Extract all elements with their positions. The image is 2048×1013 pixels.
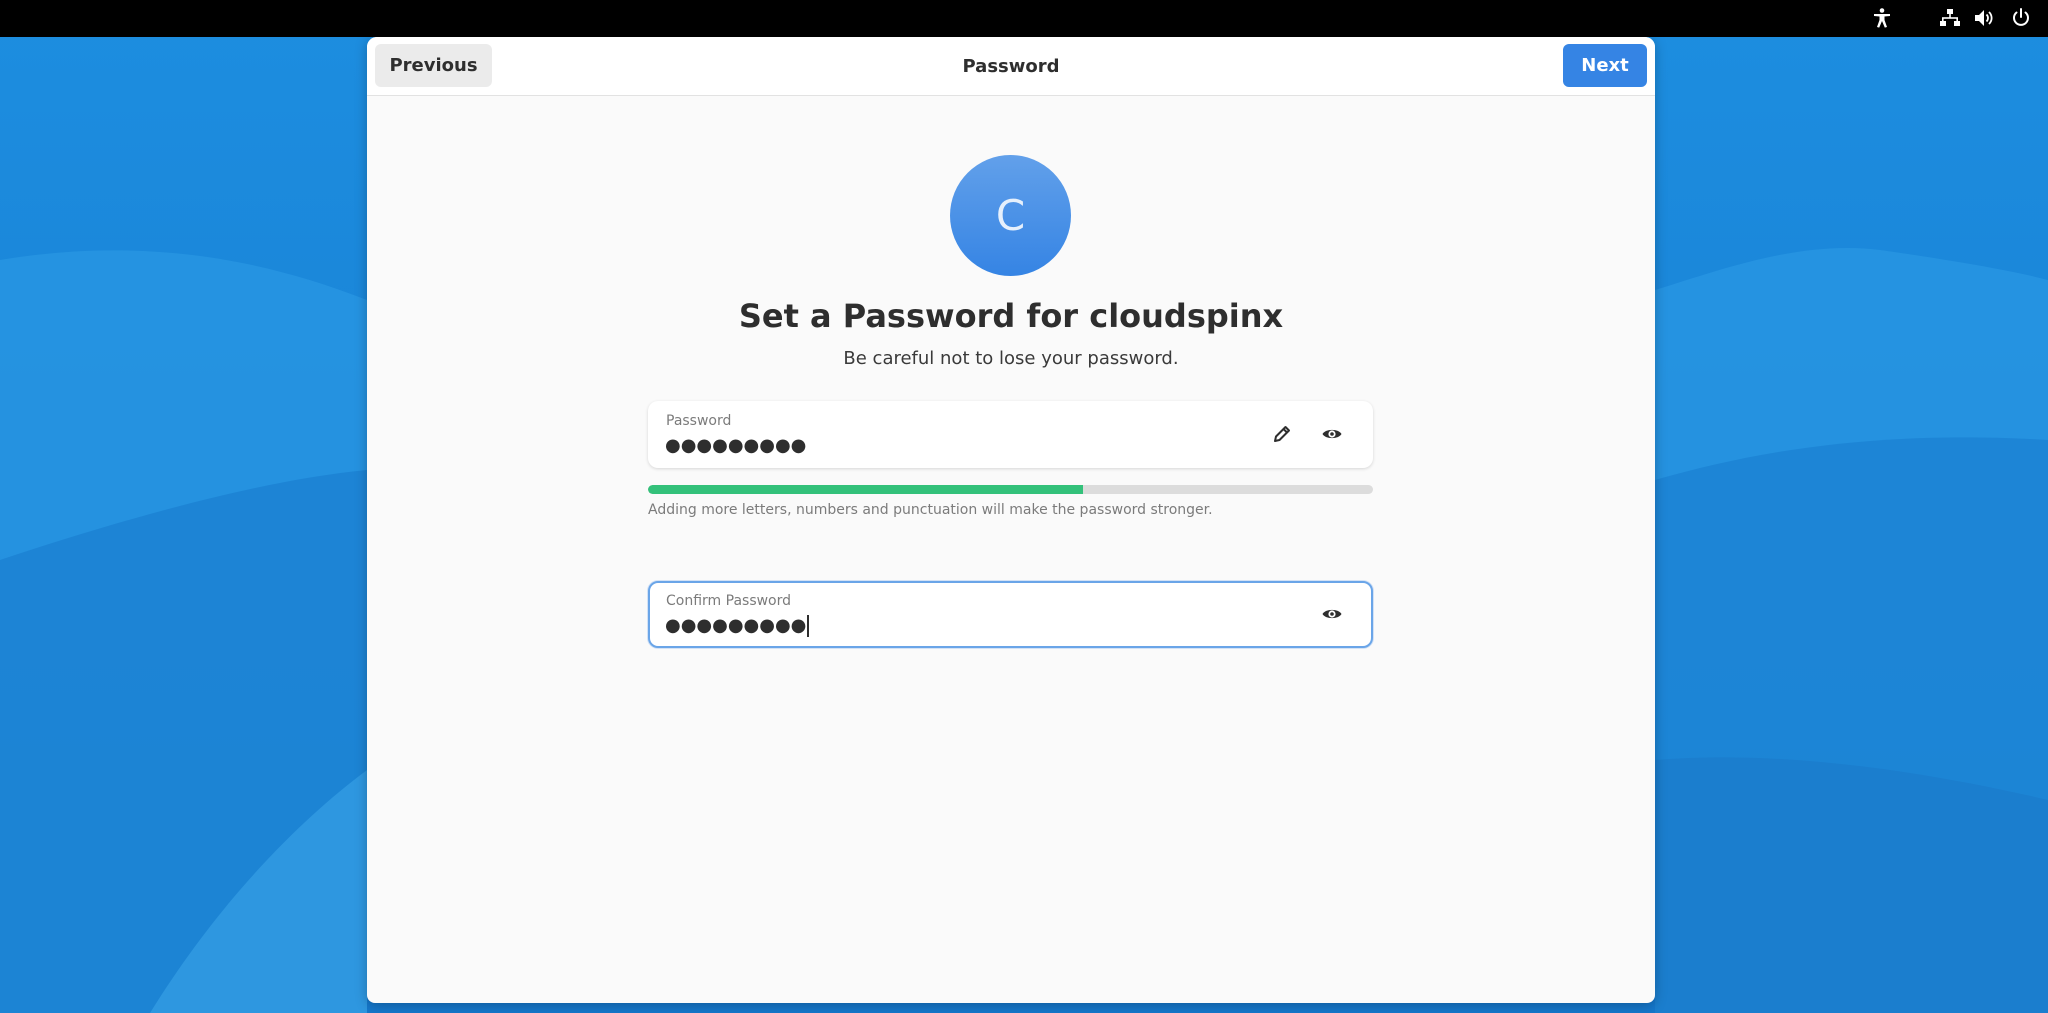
main-subtitle: Be careful not to lose your password. [843,348,1179,369]
password-strength-hint: Adding more letters, numbers and punctua… [648,502,1213,518]
power-icon[interactable] [2008,5,2034,31]
confirm-password-label: Confirm Password [666,593,792,609]
text-caret [807,615,810,637]
show-password-icon[interactable] [1318,420,1346,448]
edit-icon[interactable] [1268,420,1296,448]
accessibility-icon[interactable] [1869,5,1895,31]
avatar-initial: C [995,191,1026,240]
password-strength-bar [648,485,1373,494]
avatar: C [950,155,1071,276]
volume-icon[interactable] [1971,5,1997,31]
network-icon[interactable] [1937,5,1963,31]
setup-window: Previous Password Next C Set a Password … [367,37,1655,1003]
previous-button[interactable]: Previous [375,44,492,87]
header-bar: Previous Password Next [367,37,1655,96]
main-heading: Set a Password for cloudspinx [738,297,1284,335]
password-field-value: ●●●●●●●●● [665,435,807,456]
password-strength-fill [648,485,1083,494]
top-bar [0,0,2048,37]
confirm-password-field[interactable]: Confirm Password ●●●●●●●●● [648,581,1373,648]
password-field[interactable]: Password ●●●●●●●●● [648,401,1373,468]
next-button[interactable]: Next [1563,44,1647,87]
show-confirm-password-icon[interactable] [1318,600,1346,628]
confirm-password-value: ●●●●●●●●● [665,615,810,637]
confirm-password-dots: ●●●●●●●●● [665,615,807,636]
page-title: Password [962,55,1060,77]
password-field-label: Password [666,413,732,429]
